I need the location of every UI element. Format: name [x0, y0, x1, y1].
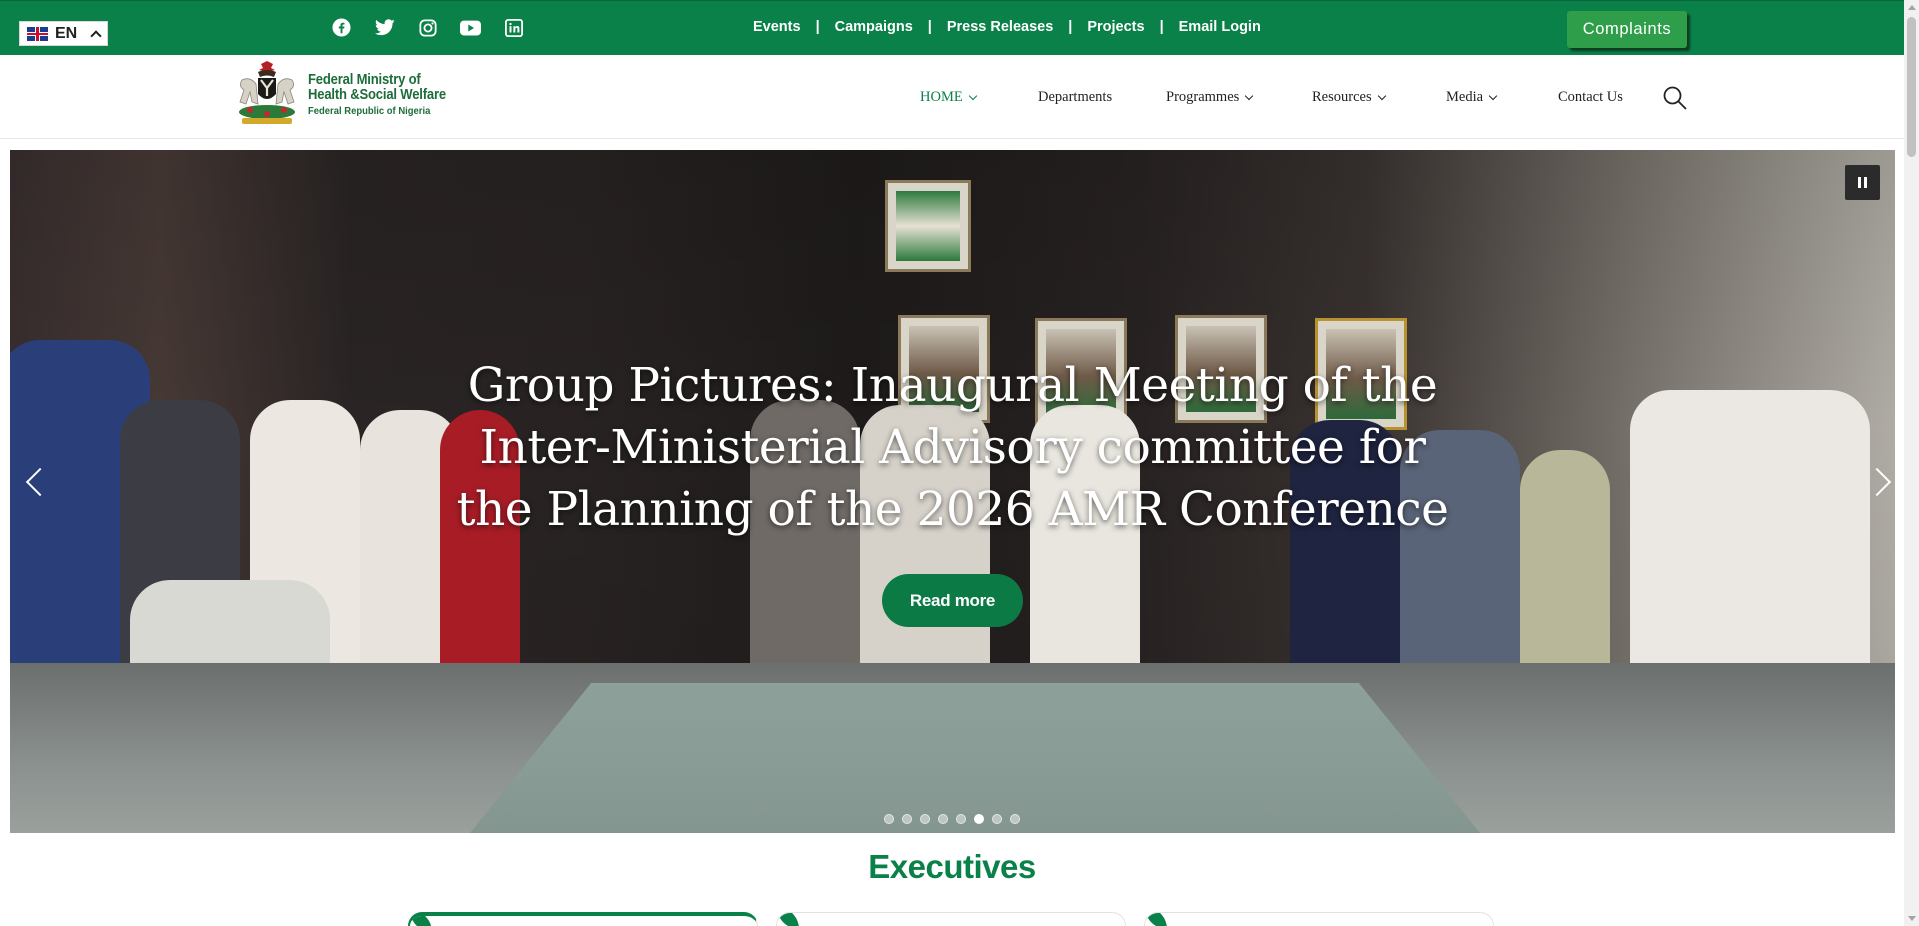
pause-button[interactable]: [1845, 165, 1880, 200]
coat-of-arms-icon: [239, 61, 295, 124]
logo-line-2: Health &Social Welfare: [308, 87, 446, 104]
top-link-email-login[interactable]: Email Login: [1179, 19, 1261, 35]
logo-line-3: Federal Republic of Nigeria: [308, 104, 431, 117]
slide-dot[interactable]: [902, 814, 912, 824]
wall-portrait: [885, 180, 971, 272]
uk-flag-icon: [27, 26, 48, 41]
separator: |: [927, 19, 932, 35]
search-icon[interactable]: [1662, 85, 1688, 111]
nav-item-label: Contact Us: [1558, 89, 1623, 105]
nav-item-media[interactable]: Media: [1446, 89, 1498, 106]
complaints-button[interactable]: Complaints: [1567, 11, 1687, 48]
executive-card[interactable]: [1144, 912, 1494, 926]
executives-cards: [408, 912, 1494, 926]
hero-slider: Group Pictures: Inaugural Meeting of the…: [10, 150, 1895, 833]
leaf-decoration: [777, 913, 799, 926]
youtube-icon[interactable]: [460, 17, 481, 38]
top-link-projects[interactable]: Projects: [1087, 19, 1144, 35]
slide-dot[interactable]: [920, 814, 930, 824]
logo-line-1: Federal Ministry of: [308, 72, 421, 89]
leaf-decoration: [1145, 913, 1167, 926]
slide-dot[interactable]: [956, 814, 966, 824]
nav-item-contact-us[interactable]: Contact Us: [1558, 89, 1623, 106]
logo-text: Federal Ministry of Health &Social Welfa…: [308, 72, 461, 117]
slide-dot[interactable]: [884, 814, 894, 824]
site-header: Federal Ministry of Health &Social Welfa…: [0, 55, 1904, 139]
glass-table: [470, 683, 1480, 833]
top-link-press-releases[interactable]: Press Releases: [947, 19, 1053, 35]
chevron-down-icon: [1488, 91, 1498, 101]
top-links: Events | Campaigns | Press Releases | Pr…: [753, 19, 1261, 35]
ministry-logo[interactable]: Federal Ministry of Health &Social Welfa…: [228, 59, 468, 131]
nav-item-programmes[interactable]: Programmes: [1166, 89, 1254, 106]
scrollbar-thumb[interactable]: [1907, 17, 1916, 157]
scroll-up-icon[interactable]: [1908, 5, 1916, 10]
pause-icon: [1858, 177, 1861, 188]
slide-title-line: the Planning of the 2026 AMR Conference: [456, 482, 1449, 537]
top-link-events[interactable]: Events: [753, 19, 801, 35]
linkedin-icon[interactable]: [503, 17, 524, 38]
separator: |: [815, 19, 820, 35]
language-selector[interactable]: EN: [19, 21, 108, 46]
nav-item-label: HOME: [920, 89, 963, 105]
slide-dot[interactable]: [1010, 814, 1020, 824]
slide-title-line: Inter-Ministerial Advisory committee for: [479, 420, 1426, 475]
leaf-decoration: [410, 916, 432, 926]
scroll-down-icon[interactable]: [1908, 916, 1916, 921]
top-bar: EN Events | Campaigns | Press Releases |…: [0, 0, 1904, 55]
nav-item-departments[interactable]: Departments: [1038, 89, 1112, 106]
top-link-campaigns[interactable]: Campaigns: [835, 19, 913, 35]
chevron-down-icon: [1245, 91, 1254, 101]
slide-dot-active[interactable]: [974, 814, 984, 824]
language-code: EN: [55, 24, 78, 42]
twitter-icon[interactable]: [374, 17, 395, 38]
slide-dot[interactable]: [938, 814, 948, 824]
nav-item-home[interactable]: HOME: [920, 89, 977, 106]
chevron-down-icon: [968, 91, 977, 101]
slide-title: Group Pictures: Inaugural Meeting of the…: [10, 355, 1895, 541]
social-links: [331, 17, 524, 38]
read-more-button[interactable]: Read more: [882, 574, 1023, 627]
executives-heading: Executives: [868, 848, 1036, 885]
nav-item-label: Programmes: [1166, 89, 1240, 105]
nav-item-resources[interactable]: Resources: [1312, 89, 1386, 106]
executive-card[interactable]: [776, 912, 1126, 926]
separator: |: [1068, 19, 1073, 35]
instagram-icon[interactable]: [417, 17, 438, 38]
slide-indicators: [884, 814, 1020, 824]
chevron-up-icon: [90, 29, 102, 42]
slide-title-line: Group Pictures: Inaugural Meeting of the: [467, 358, 1438, 413]
slide-dot[interactable]: [992, 814, 1002, 824]
separator: |: [1159, 19, 1164, 35]
chevron-down-icon: [1377, 91, 1386, 101]
nav-item-label: Resources: [1312, 89, 1372, 105]
nav-item-label: Media: [1446, 89, 1484, 105]
facebook-icon[interactable]: [331, 17, 352, 38]
nav-item-label: Departments: [1038, 89, 1113, 105]
executive-card[interactable]: [408, 912, 758, 926]
page-scrollbar[interactable]: [1904, 0, 1919, 926]
